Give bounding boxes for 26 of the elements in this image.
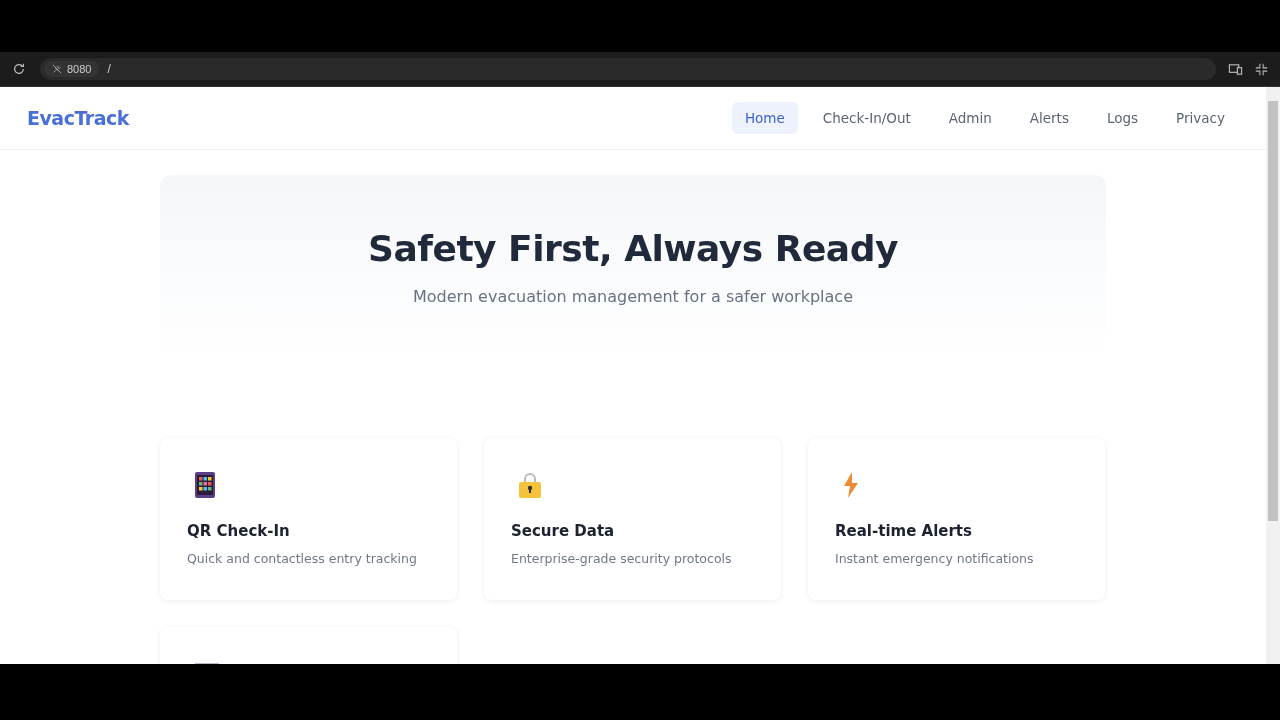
nav-link[interactable]: Privacy bbox=[1163, 102, 1238, 134]
url-path: / bbox=[107, 62, 111, 76]
nav-link[interactable]: Check-In/Out bbox=[809, 102, 924, 134]
lightning-icon bbox=[843, 472, 859, 498]
minimize-icon[interactable] bbox=[1255, 62, 1268, 76]
feature-description: Enterprise-grade security protocols bbox=[511, 551, 733, 566]
scrollbar[interactable] bbox=[1266, 87, 1280, 664]
address-bar[interactable]: 8080 / bbox=[40, 58, 1216, 80]
feature-description: Instant emergency notifications bbox=[835, 551, 1035, 566]
nav-link[interactable]: Alerts bbox=[1016, 102, 1082, 134]
hero-subtitle: Modern evacuation management for a safer workplace bbox=[413, 287, 853, 306]
port-chip: 8080 bbox=[44, 61, 100, 77]
lock-icon bbox=[519, 472, 541, 498]
devices-icon[interactable] bbox=[1228, 61, 1243, 77]
feature-title: QR Check-In bbox=[187, 522, 291, 540]
logo[interactable]: EvacTrack bbox=[27, 107, 129, 129]
nav-link[interactable]: Logs bbox=[1093, 102, 1152, 134]
reload-icon[interactable] bbox=[12, 62, 26, 76]
nav-link[interactable]: Admin bbox=[935, 102, 1005, 134]
feature-title: Secure Data bbox=[511, 522, 616, 540]
scrollbar-thumb[interactable] bbox=[1268, 101, 1278, 521]
feature-description: Quick and contactless entry tracking bbox=[187, 551, 418, 566]
hero-title: Safety First, Always Ready bbox=[368, 228, 898, 269]
nav-link[interactable]: Home bbox=[731, 102, 798, 134]
feature-title: Real-time Alerts bbox=[835, 522, 973, 540]
phone-icon bbox=[195, 472, 215, 498]
